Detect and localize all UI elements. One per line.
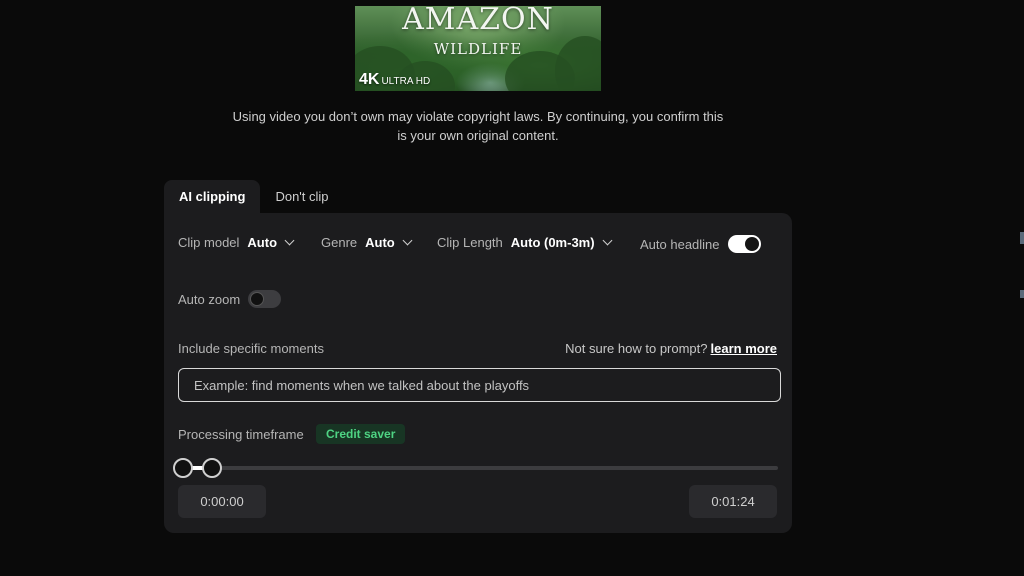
clip-model-dropdown[interactable]: Clip model Auto <box>178 235 295 250</box>
genre-dropdown[interactable]: Genre Auto <box>321 235 413 250</box>
processing-timeframe-label: Processing timeframe <box>178 427 304 442</box>
chevron-down-icon <box>402 235 413 246</box>
timeframe-start-handle[interactable] <box>173 458 193 478</box>
edge-marker <box>1020 232 1024 244</box>
timeframe-end-handle[interactable] <box>202 458 222 478</box>
end-time-field[interactable]: 0:01:24 <box>689 485 777 518</box>
credit-saver-badge: Credit saver <box>316 424 406 444</box>
copyright-notice: Using video you don’t own may violate co… <box>232 109 724 143</box>
moments-prompt-input[interactable] <box>178 368 781 402</box>
include-moments-label: Include specific moments <box>178 341 324 356</box>
genre-value: Auto <box>365 235 395 250</box>
auto-zoom-toggle[interactable] <box>248 290 282 308</box>
auto-headline-label: Auto headline <box>640 236 720 252</box>
clip-model-label: Clip model <box>178 235 240 250</box>
clip-model-value: Auto <box>247 235 278 250</box>
start-time-field[interactable]: 0:00:00 <box>178 485 266 518</box>
auto-zoom-label: Auto zoom <box>178 291 241 307</box>
auto-zoom-setting: Auto zoom <box>178 290 282 308</box>
clipping-tabs: AI clipping Don't clip <box>164 180 344 214</box>
clip-settings-panel: Clip model Auto Genre Auto Clip Length A… <box>164 213 792 533</box>
clip-length-dropdown[interactable]: Clip Length Auto (0m-3m) <box>437 235 613 250</box>
video-thumbnail: AMAZON WILDLIFE 4K ULTRA HD <box>355 6 601 91</box>
timeframe-slider[interactable] <box>173 458 778 478</box>
auto-headline-setting: Auto headline <box>640 235 761 253</box>
thumbnail-subtitle: WILDLIFE <box>433 40 523 58</box>
chevron-down-icon <box>602 235 613 246</box>
prompt-help: Not sure how to prompt? learn more <box>565 341 777 356</box>
edge-marker <box>1020 290 1024 298</box>
thumbnail-title: AMAZON <box>402 6 554 37</box>
tab-dont-clip[interactable]: Don't clip <box>260 180 343 214</box>
chevron-down-icon <box>284 235 295 246</box>
genre-label: Genre <box>321 235 358 250</box>
tab-ai-clipping[interactable]: AI clipping <box>164 180 261 214</box>
thumbnail-resolution-badge: 4K ULTRA HD <box>359 71 431 88</box>
auto-headline-toggle[interactable] <box>727 235 761 253</box>
prompt-help-text: Not sure how to prompt? <box>565 341 708 356</box>
clip-length-label: Clip Length <box>437 235 503 250</box>
clip-length-value: Auto (0m-3m) <box>510 235 595 250</box>
learn-more-link[interactable]: learn more <box>711 341 777 356</box>
